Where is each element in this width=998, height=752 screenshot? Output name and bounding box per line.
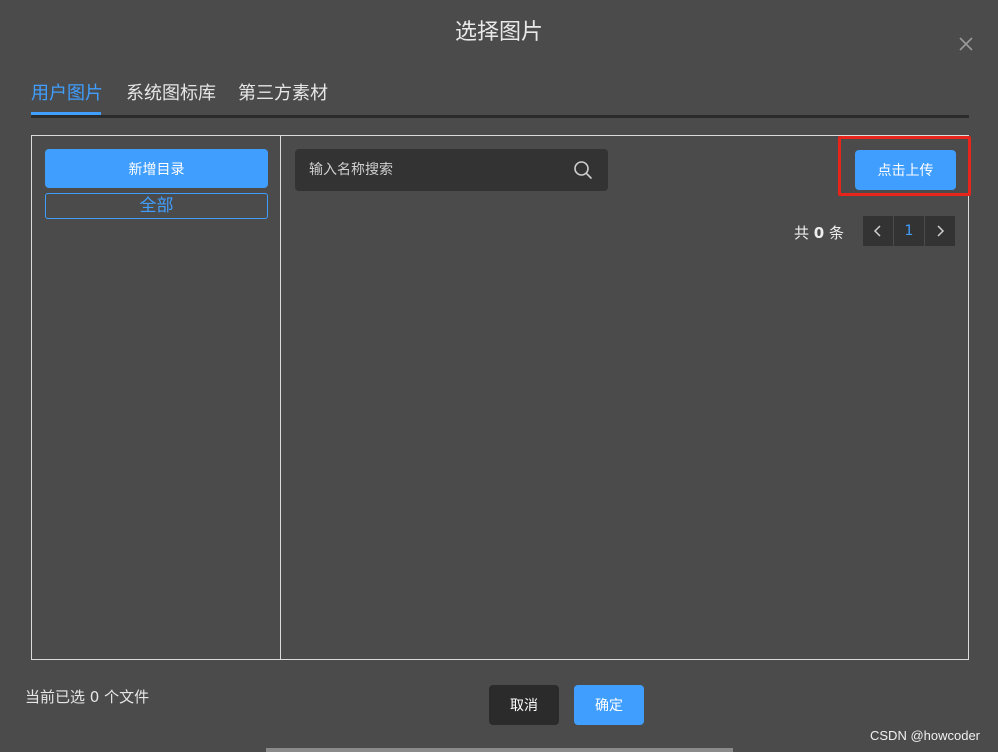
close-icon[interactable] [957, 35, 975, 53]
page-title: 选择图片 [454, 20, 543, 45]
confirm-button[interactable]: 确定 [574, 685, 644, 725]
content-panel: 新增目录 全部 点击上传 共 0 条 1 [31, 135, 971, 660]
pagination-prev-button[interactable] [863, 216, 893, 246]
tab-user-images[interactable]: 用户图片 [31, 80, 103, 115]
cancel-button[interactable]: 取消 [489, 685, 559, 725]
watermark-text: CSDN @howcoder [870, 728, 981, 743]
pagination-total-count: 0 [813, 224, 825, 242]
add-directory-button[interactable]: 新增目录 [45, 149, 268, 188]
search-icon[interactable] [573, 160, 593, 180]
pagination-next-button[interactable] [925, 216, 955, 246]
tab-third-party[interactable]: 第三方素材 [238, 80, 328, 115]
upload-button[interactable]: 点击上传 [855, 150, 956, 190]
selected-count-text: 当前已选 0 个文件 [25, 688, 150, 706]
chevron-right-icon [937, 225, 945, 237]
directory-sidebar: 新增目录 全部 [32, 136, 281, 659]
search-box [295, 149, 608, 191]
directory-item-all[interactable]: 全部 [45, 193, 268, 219]
active-tab-indicator [31, 112, 101, 115]
chevron-left-icon [873, 225, 881, 237]
tab-system-icons[interactable]: 系统图标库 [126, 80, 216, 115]
bottom-scroll-strip [266, 748, 733, 752]
pagination-total-suffix: 条 [829, 224, 845, 242]
pagination-total-prefix: 共 [794, 224, 810, 242]
search-input[interactable] [295, 149, 565, 191]
tab-bar: 用户图片 系统图标库 第三方素材 [31, 80, 969, 118]
pagination-total: 共 0 条 [794, 222, 844, 243]
pagination-page-current[interactable]: 1 [894, 216, 924, 246]
